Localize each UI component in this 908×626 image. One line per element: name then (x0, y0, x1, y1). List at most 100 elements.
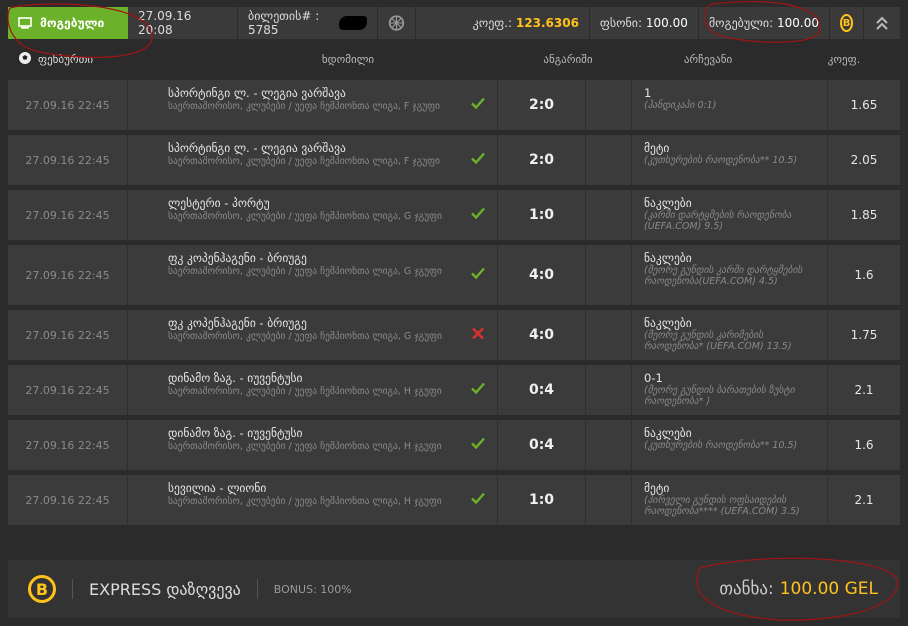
spacer-cell (586, 135, 632, 185)
table-row[interactable]: 27.09.16 22:45 დინამო ზაგ. - იუვენტუსი საე… (8, 365, 900, 420)
match-date: 27.09.16 22:45 (8, 80, 128, 130)
ticket-date: 27.09.16 20:08 (128, 7, 238, 39)
collapse-button[interactable] (864, 7, 900, 39)
check-icon (471, 382, 485, 398)
choice-cell: ნაკლები (მეორე გუნდის კარში დარტყმების რა… (632, 245, 828, 305)
sport-header: ფეხბურთი (8, 51, 168, 68)
pick-value: ნაკლები (644, 316, 692, 330)
choice-cell: მეტი (პირველი გუნდის ოფსაიდების რაოდენობა… (632, 475, 828, 525)
express-footer: B EXPRESS დაზღვევა BONUS: 100% თანხა: 100… (8, 560, 900, 618)
check-icon (471, 152, 485, 168)
match-title: სევილია - ლიონი (168, 481, 267, 495)
match-date: 27.09.16 22:45 (8, 420, 128, 470)
league-name: საერთაშორისო, კლუბები / უეფა ჩემპიონთა ლ… (168, 156, 440, 167)
match-title: დინამო ზაგ. - იუვენტუსი (168, 426, 303, 440)
odds-value: 1.75 (850, 328, 878, 342)
choice-cell: ნაკლები (მეორე გუნდის კარიმების რაოდენობა… (632, 310, 828, 360)
spacer-cell (586, 420, 632, 470)
pick-detail: (მეორე გუნდის კარში დარტყმების რაოდენობა… (644, 265, 803, 287)
total-coefficient: კოეფ.: 123.6306 (463, 7, 590, 39)
ticket-topbar: მოგებული 27.09.16 20:08 ბილეთის# : 5785 … (8, 7, 900, 39)
pick-value: მეტი (644, 141, 670, 155)
event-cell: დინამო ზაგ. - იუვენტუსი საერთაშორისო, კლუ… (128, 365, 498, 415)
event-cell: ფკ კოპენჰაგენი - ბრიუგე საერთაშორისო, კლუ… (128, 310, 498, 360)
score-header: ანგარიში (543, 52, 593, 66)
spacer-cell (586, 80, 632, 130)
table-row[interactable]: 27.09.16 22:45 ფკ კოპენჰაგენი - ბრიუგე საე… (8, 310, 900, 365)
league-name: საერთაშორისო, კლუბები / უეფა ჩემპიონთა ლ… (168, 331, 442, 342)
pick-value: მეტი (644, 481, 670, 495)
monitor-icon (18, 17, 32, 29)
match-date: 27.09.16 22:45 (8, 245, 128, 305)
league-name: საერთაშორისო, კლუბები / უეფა ჩემპიონთა ლ… (168, 386, 442, 397)
match-title: ფკ კოპენჰაგენი - ბრიუგე (168, 251, 307, 265)
spacer-cell (586, 190, 632, 240)
table-row[interactable]: 27.09.16 22:45 სპორტინგი ლ. - ლეგია ვარშა… (8, 135, 900, 190)
bonus-coin-button[interactable]: B (830, 7, 864, 39)
table-row[interactable]: 27.09.16 22:45 ლესტერი - პორტუ საერთაშორის… (8, 190, 900, 245)
pick-detail: (კუთხურების რაოდენობა** 10.5) (644, 440, 798, 451)
bet-value: 100.00 (645, 16, 688, 30)
match-score: 0:4 (498, 420, 586, 470)
cross-icon (471, 327, 485, 344)
bet-amount: ფსონი: 100.00 (590, 7, 699, 39)
express-insurance-label: EXPRESS დაზღვევა (89, 579, 241, 599)
match-title: ფკ კოპენჰაგენი - ბრიუგე (168, 316, 307, 330)
event-cell: ლესტერი - პორტუ საერთაშორისო, კლუბები / უ… (128, 190, 498, 240)
win-amount: მოგებული: 100.00 (699, 7, 830, 39)
bet-rows: 27.09.16 22:45 სპორტინგი ლ. - ლეგია ვარშა… (8, 80, 900, 530)
pick-detail: (ჰანდიკაპი 0:1) (644, 100, 717, 111)
pick-detail: (მეორე გუნდის ბარათების ზუსტი რაოდენობა*… (644, 385, 795, 407)
sum-label: თანხა: (719, 579, 774, 599)
table-row[interactable]: 27.09.16 22:45 დინამო ზაგ. - იუვენტუსი საე… (8, 420, 900, 475)
match-score: 1:0 (498, 475, 586, 525)
chevron-up-icon (876, 16, 888, 30)
check-icon (471, 97, 485, 113)
pick-detail: (პირველი გუნდის ოფსაიდების რაოდენობა****… (644, 495, 800, 517)
coef-value: 123.6306 (515, 16, 579, 30)
bonus-percent: BONUS: 100% (273, 582, 352, 596)
pick-detail: (კუთხურების რაოდენობა** 10.5) (644, 155, 798, 166)
event-cell: დინამო ზაგ. - იუვენტუსი საერთაშორისო, კლუ… (128, 420, 498, 470)
ticket-number: ბილეთის# : 5785 (238, 7, 378, 39)
event-cell: სპორტინგი ლ. - ლეგია ვარშავა საერთაშორისო… (128, 135, 498, 185)
table-row[interactable]: 27.09.16 22:45 სპორტინგი ლ. - ლეგია ვარშა… (8, 80, 900, 135)
bonus-coin-icon: B (28, 575, 56, 603)
bet-label: ფსონი: (599, 16, 643, 30)
spacer-cell (586, 365, 632, 415)
match-title: სპორტინგი ლ. - ლეგია ვარშავა (168, 86, 346, 100)
check-icon (471, 267, 485, 283)
odds-value: 2.1 (854, 383, 874, 397)
pick-value: ნაკლები (644, 426, 692, 440)
match-title: დინამო ზაგ. - იუვენტუსი (168, 371, 303, 385)
choice-header: არჩევანი (683, 52, 733, 66)
divider (72, 579, 73, 599)
event-header: ხდომილი (321, 52, 375, 66)
spacer-cell (586, 310, 632, 360)
win-value: 100.00 (777, 16, 819, 30)
match-score: 4:0 (498, 310, 586, 360)
match-date: 27.09.16 22:45 (8, 365, 128, 415)
spinner-icon[interactable] (378, 7, 416, 39)
table-row[interactable]: 27.09.16 22:45 ფკ კოპენჰაგენი - ბრიუგე საე… (8, 245, 900, 310)
match-date: 27.09.16 22:45 (8, 310, 128, 360)
league-name: საერთაშორისო, კლუბები / უეფა ჩემპიონთა ლ… (168, 266, 442, 277)
odds-value: 2.05 (850, 153, 878, 167)
pick-value: 0-1 (644, 371, 663, 385)
table-row[interactable]: 27.09.16 22:45 სევილია - ლიონი საერთაშორის… (8, 475, 900, 530)
win-label: მოგებული: (708, 16, 774, 30)
match-date: 27.09.16 22:45 (8, 190, 128, 240)
coef-label: კოეფ.: (472, 16, 513, 30)
won-tab[interactable]: მოგებული (8, 7, 128, 39)
match-score: 1:0 (498, 190, 586, 240)
table-header: ფეხბურთი ხდომილი ანგარიში არჩევანი კოეფ. (8, 46, 900, 72)
pick-value: ნაკლები (644, 251, 692, 265)
check-icon (471, 207, 485, 223)
match-score: 4:0 (498, 245, 586, 305)
won-tab-label: მოგებული (40, 16, 105, 30)
event-cell: ფკ კოპენჰაგენი - ბრიუგე საერთაშორისო, კლუ… (128, 245, 498, 305)
match-score: 2:0 (498, 135, 586, 185)
match-score: 0:4 (498, 365, 586, 415)
choice-cell: 1 (ჰანდიკაპი 0:1) (632, 80, 828, 130)
spacer-cell (586, 245, 632, 305)
